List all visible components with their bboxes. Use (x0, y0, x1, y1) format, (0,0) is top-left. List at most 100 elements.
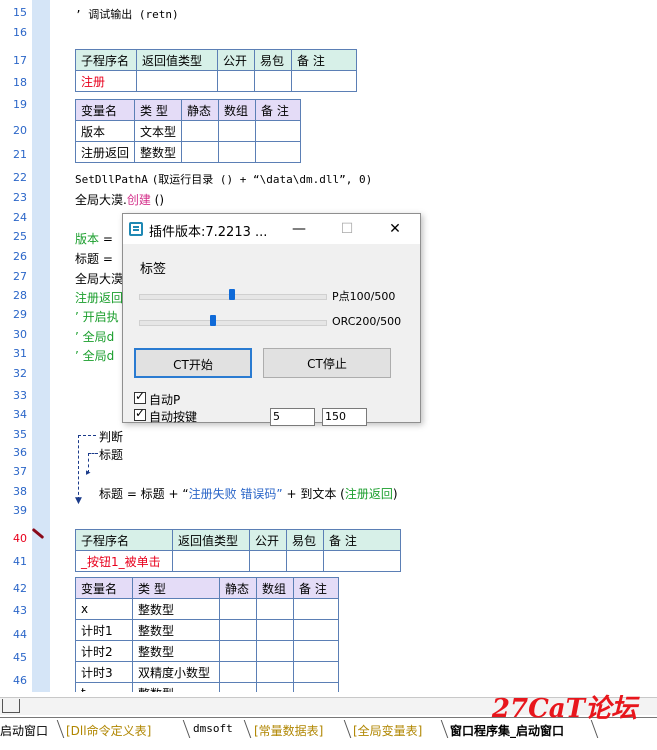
code-text: 标题 = 标题 + “ (99, 487, 189, 501)
table-cell[interactable] (181, 120, 220, 142)
variable-name-cell[interactable]: 注册返回 (74, 141, 136, 163)
minimize-button[interactable]: — (276, 214, 322, 244)
tab-dll-commands[interactable]: [Dll命令定义表] (66, 722, 151, 739)
table-cell[interactable] (218, 120, 257, 142)
code-line-25[interactable]: 版本 = (75, 230, 113, 247)
ct-stop-button[interactable]: CT停止 (263, 348, 391, 378)
table-cell[interactable] (219, 640, 257, 662)
code-line-23[interactable]: 全局大漠.创建 () (75, 191, 164, 208)
tab-global-vars[interactable]: [全局变量表] (353, 722, 422, 739)
checkbox-label[interactable]: 自动按键 (149, 408, 197, 425)
ct-start-button[interactable]: CT开始 (134, 348, 252, 378)
table-cell[interactable] (293, 640, 339, 662)
table-cell[interactable] (255, 141, 302, 163)
code-line-35[interactable]: 判断 (99, 428, 123, 445)
table-row[interactable]: _按钮1_被单击 (75, 550, 401, 572)
code-text: ) (392, 487, 398, 501)
table-header: 类 型 (134, 99, 183, 121)
app-icon (129, 222, 143, 236)
table-cell[interactable] (256, 598, 294, 620)
line-number: 38 (13, 485, 27, 498)
variable-name-cell[interactable]: x (75, 598, 133, 620)
code-line-26[interactable]: 标题 = (75, 250, 113, 267)
table-cell[interactable] (249, 550, 287, 572)
interval-input[interactable]: 5 (270, 408, 315, 426)
table-header: 变量名 (74, 99, 136, 121)
variable-name-cell[interactable]: 版本 (74, 120, 136, 142)
subroutine-name-cell[interactable]: _按钮1_被单击 (75, 550, 173, 572)
table-cell[interactable] (286, 550, 324, 572)
table-cell[interactable] (291, 70, 357, 92)
code-line-28[interactable]: 注册返回 (75, 289, 123, 306)
variable-type-cell[interactable]: 整数型 (132, 640, 220, 662)
variable-name-cell[interactable]: 计时2 (75, 640, 133, 662)
tab-constants[interactable]: [常量数据表] (254, 722, 323, 739)
variable-type-cell[interactable]: 整数型 (132, 598, 220, 620)
plugin-dialog[interactable]: 插件版本:7.2213 ... — ☐ ✕ 标签 P点100/500 ORC20… (122, 213, 421, 426)
split-box-icon[interactable] (2, 699, 20, 713)
variable-table-1[interactable]: 变量名 类 型 静态 数组 备 注 版本 文本型 注册返回 整数型 (74, 99, 302, 163)
variable-name-cell[interactable]: 计时3 (75, 661, 133, 683)
variable-name-cell[interactable]: 计时1 (75, 619, 133, 641)
variable-type-cell[interactable]: 文本型 (134, 120, 183, 142)
slider-thumb[interactable] (210, 315, 217, 326)
code-line-27[interactable]: 全局大漠 (75, 270, 123, 287)
table-cell[interactable] (293, 661, 339, 683)
table-cell[interactable] (293, 598, 339, 620)
tab-separator (172, 720, 191, 738)
code-line-22[interactable]: SetDllPathA (取运行目录 () + “\data\dm.dll”, … (75, 171, 372, 187)
subroutine-name-cell[interactable]: 注册 (75, 70, 137, 92)
table-cell[interactable] (256, 640, 294, 662)
checkbox-label[interactable]: 自动P (149, 391, 180, 408)
table-cell[interactable] (323, 550, 401, 572)
table-cell[interactable] (254, 70, 292, 92)
code-line-15[interactable]: ’ 调试输出 (retn) (75, 6, 179, 22)
table-cell[interactable] (255, 120, 302, 142)
table-cell[interactable] (293, 619, 339, 641)
code-line-38[interactable]: 标题 = 标题 + “注册失败 错误码” + 到文本 (注册返回) (99, 485, 398, 502)
table-row[interactable]: 注册返回 整数型 (74, 141, 302, 163)
code-text: 全局大漠 (75, 272, 124, 286)
table-row[interactable]: x 整数型 (75, 598, 339, 620)
slider-thumb[interactable] (229, 289, 235, 300)
subroutine-table-1[interactable]: 子程序名 返回值类型 公开 易包 备 注 注册 (75, 49, 357, 92)
dialog-titlebar[interactable]: 插件版本:7.2213 ... — ☐ ✕ (123, 214, 420, 244)
flow-line (78, 435, 79, 500)
variable-type-cell[interactable]: 整数型 (132, 619, 220, 641)
table-cell[interactable] (256, 619, 294, 641)
table-row[interactable]: 版本 文本型 (74, 120, 302, 142)
maximize-button[interactable]: ☐ (324, 214, 370, 244)
table-cell[interactable] (219, 598, 257, 620)
code-line-36[interactable]: 标题 (99, 446, 123, 463)
variable-type-cell[interactable]: 整数型 (134, 141, 183, 163)
table-cell[interactable] (181, 141, 220, 163)
tab-dmsoft[interactable]: dmsoft (193, 722, 233, 735)
close-button[interactable]: ✕ (372, 214, 418, 244)
table-row[interactable]: 注册 (75, 70, 357, 92)
table-row[interactable]: 计时1 整数型 (75, 619, 339, 641)
subroutine-table-2[interactable]: 子程序名 返回值类型 公开 易包 备 注 _按钮1_被单击 (75, 529, 401, 572)
table-cell[interactable] (136, 70, 218, 92)
auto-p-checkbox[interactable] (134, 389, 146, 404)
table-cell[interactable] (172, 550, 250, 572)
table-cell[interactable] (219, 661, 257, 683)
table-row[interactable]: 计时2 整数型 (75, 640, 339, 662)
table-cell[interactable] (217, 70, 255, 92)
slider-ocr[interactable] (139, 312, 327, 332)
table-cell[interactable] (218, 141, 257, 163)
code-line-31[interactable]: ’ 全局d (75, 347, 114, 364)
table-row[interactable]: 计时3 双精度小数型 (75, 661, 339, 683)
code-line-30[interactable]: ’ 全局d (75, 328, 114, 345)
line-number: 32 (13, 367, 27, 380)
variable-type-cell[interactable]: 双精度小数型 (132, 661, 220, 683)
variable-table-2[interactable]: 变量名 类 型 静态 数组 备 注 x 整数型 计时1 整数型 计时2 整数型 … (75, 577, 339, 704)
tab-separator (430, 720, 449, 738)
code-line-29[interactable]: ’ 开启执 (75, 308, 119, 325)
table-cell[interactable] (219, 619, 257, 641)
auto-key-checkbox[interactable] (134, 406, 146, 421)
slider-p[interactable] (139, 286, 327, 306)
tab-startup-window[interactable]: 启动窗口 (0, 722, 48, 739)
delay-input[interactable]: 150 (322, 408, 367, 426)
table-header: 返回值类型 (172, 529, 250, 551)
table-cell[interactable] (256, 661, 294, 683)
